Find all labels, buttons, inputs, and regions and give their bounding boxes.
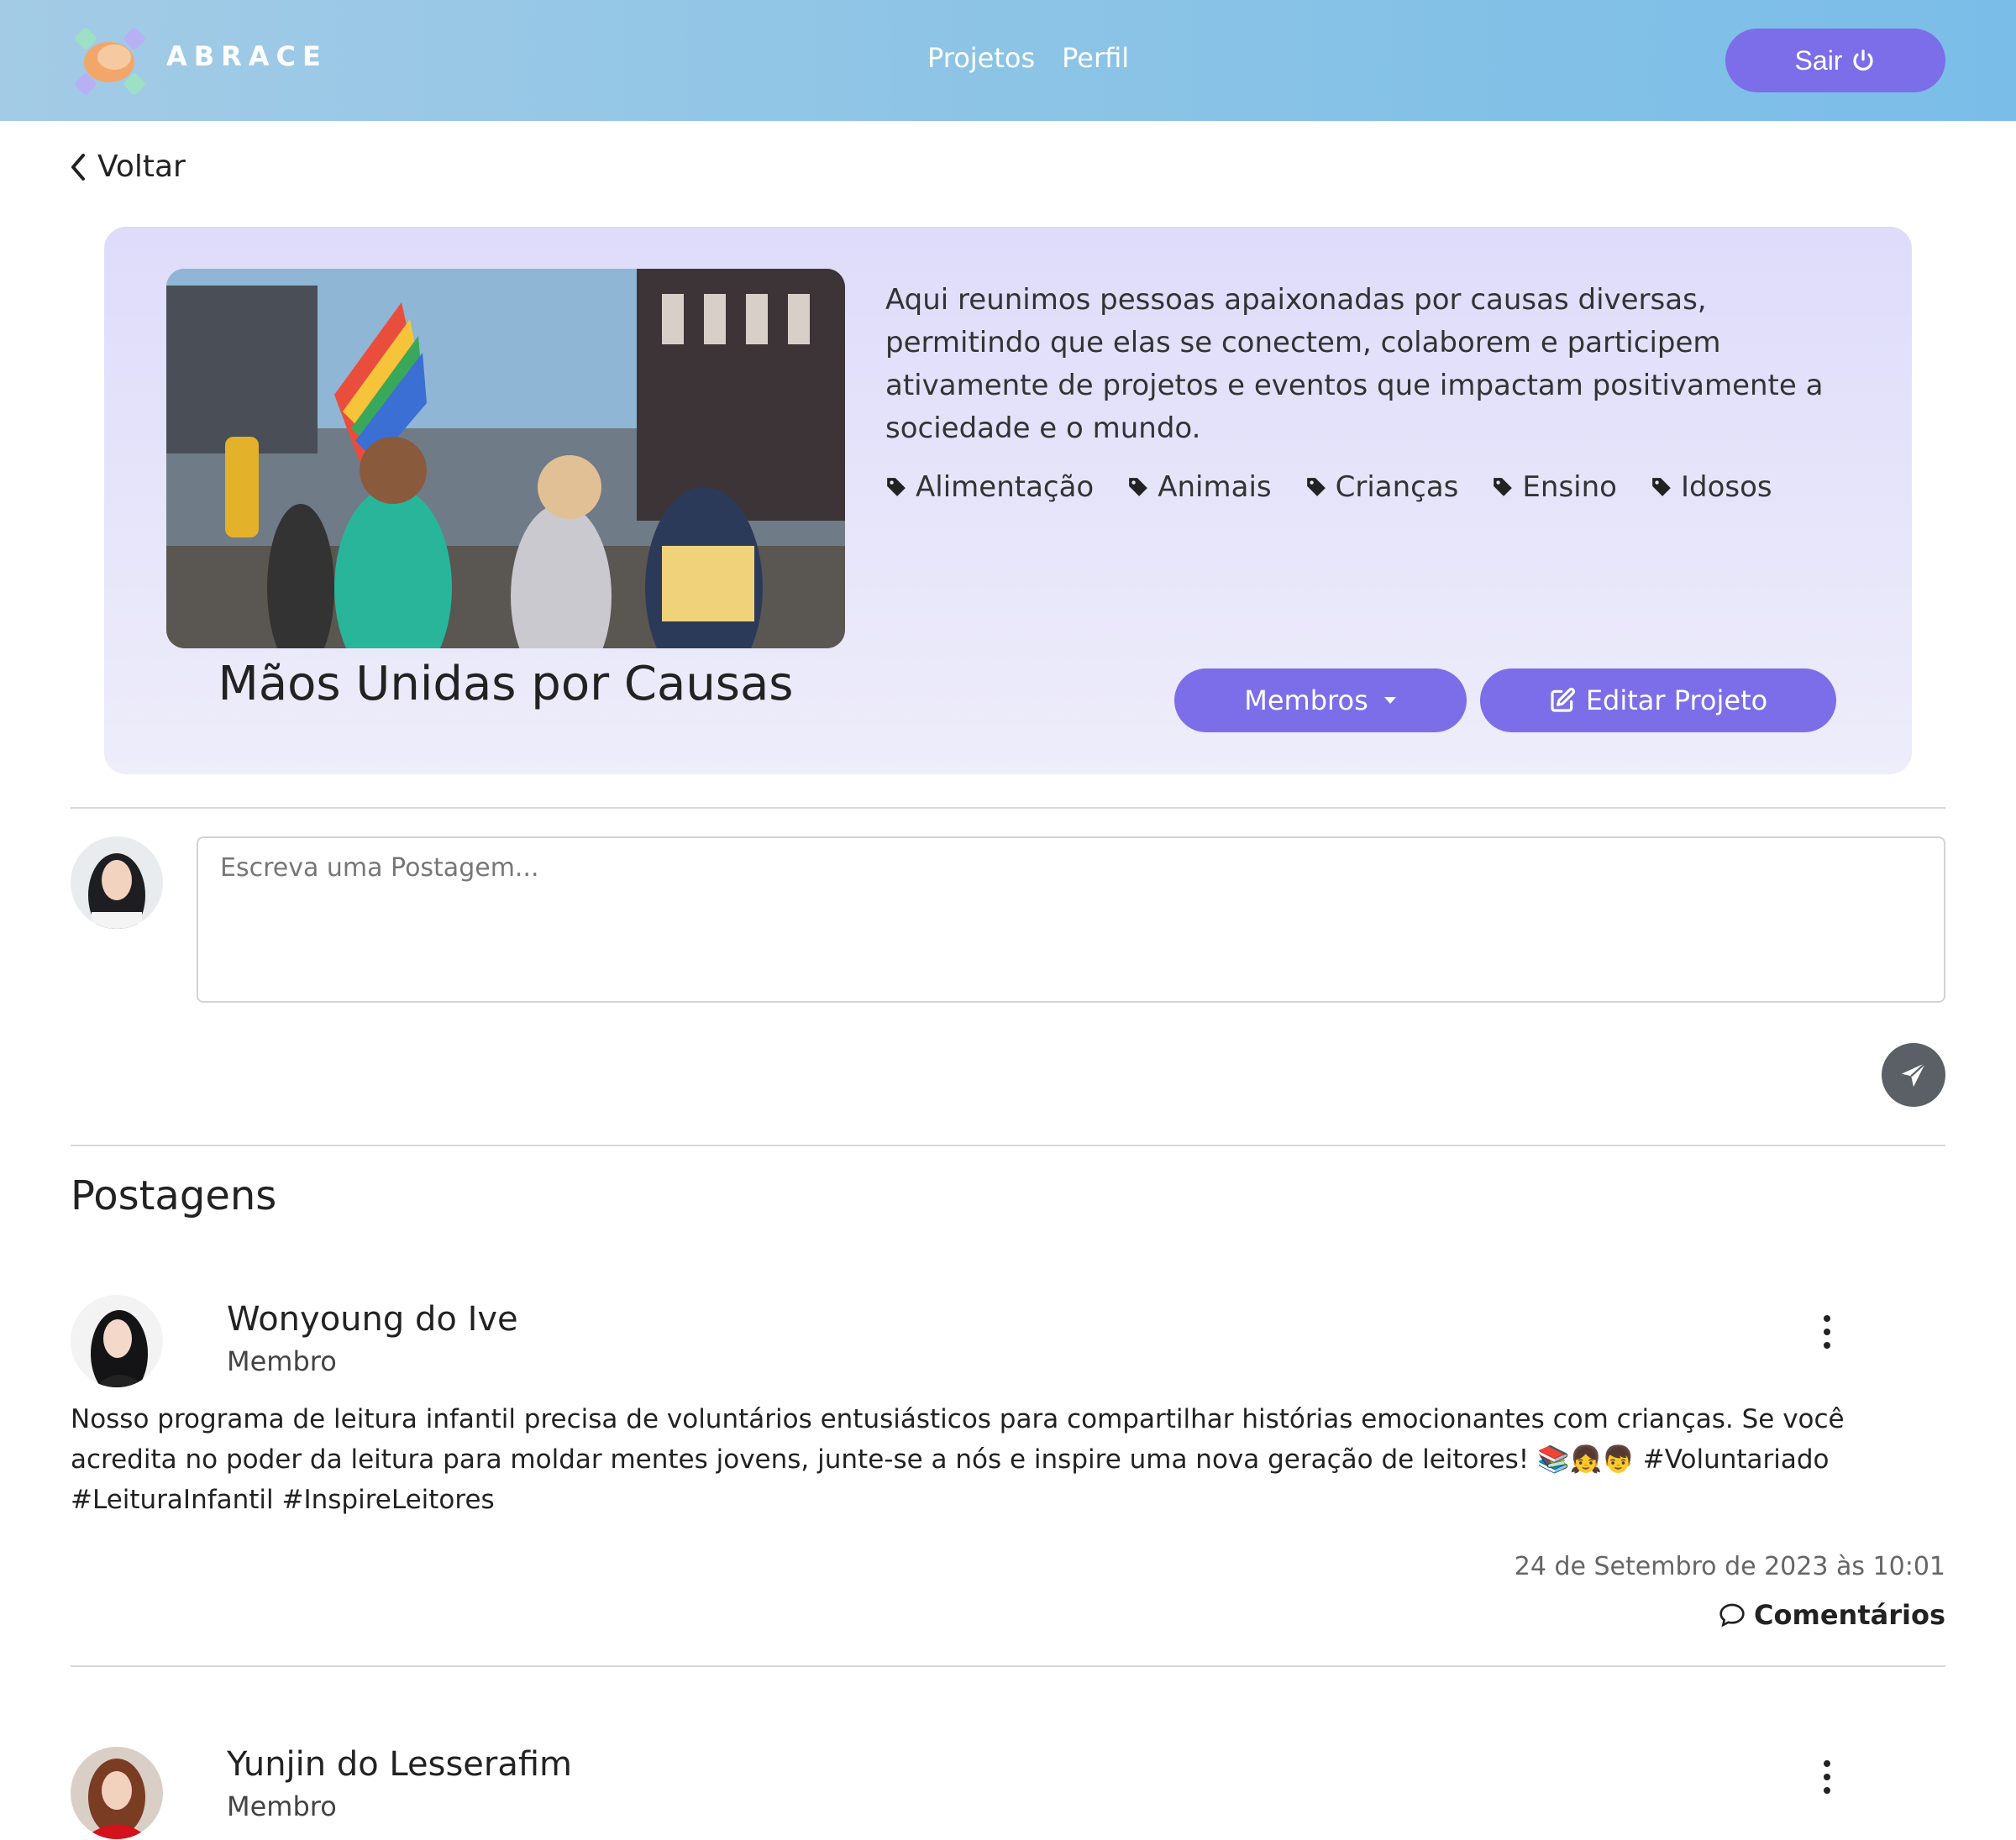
tag-icon — [887, 478, 906, 496]
tag-item: Crianças — [1305, 470, 1459, 504]
post-author-role: Membro — [227, 1345, 337, 1377]
paper-plane-icon — [1901, 1062, 1926, 1088]
project-tags: Alimentação Animais Crianças Ensino Idos… — [885, 470, 1772, 504]
post-body: Nosso programa de leitura infantil preci… — [71, 1404, 1845, 1515]
main-nav: Projetos Perfil — [927, 42, 1129, 74]
divider — [71, 807, 1945, 809]
edit-project-button[interactable]: Editar Projeto — [1480, 668, 1836, 732]
post-input[interactable] — [197, 836, 1945, 1003]
current-user-avatar[interactable] — [71, 836, 163, 929]
members-label: Membros — [1244, 684, 1368, 716]
abrace-logo[interactable] — [71, 24, 150, 99]
edit-project-label: Editar Projeto — [1585, 684, 1768, 716]
tag-item: Ensino — [1492, 470, 1617, 504]
comments-link[interactable]: Comentários — [1719, 1599, 1945, 1631]
logout-label: Sair — [1794, 45, 1843, 76]
tag-label: Animais — [1158, 470, 1272, 504]
tag-icon — [1652, 478, 1671, 496]
power-icon — [1853, 50, 1874, 71]
project-photo — [166, 269, 845, 648]
tag-label: Idosos — [1680, 470, 1772, 504]
members-dropdown-button[interactable]: Membros — [1174, 668, 1467, 732]
send-post-button[interactable] — [1882, 1043, 1945, 1107]
chevron-left-icon — [71, 153, 85, 181]
tag-label: Ensino — [1522, 470, 1617, 504]
tag-label: Alimentação — [916, 470, 1095, 504]
project-description: Aqui reunimos pessoas apaixonadas por ca… — [885, 283, 1824, 445]
edit-icon — [1551, 687, 1575, 712]
nav-projetos[interactable]: Projetos — [927, 42, 1035, 74]
back-label: Voltar — [97, 149, 186, 184]
post-author-name[interactable]: Wonyoung do Ive — [227, 1300, 518, 1339]
post-date: 24 de Setembro de 2023 às 10:01 — [1514, 1552, 1945, 1581]
tag-icon — [1494, 478, 1513, 496]
tag-label: Crianças — [1335, 470, 1459, 504]
back-link[interactable]: Voltar — [69, 149, 186, 184]
project-title: Mãos Unidas por Causas — [218, 657, 794, 711]
caret-down-icon — [1383, 697, 1396, 704]
divider — [71, 1145, 1945, 1146]
post-author-role: Membro — [227, 1790, 337, 1822]
post-author-name[interactable]: Yunjin do Lesserafim — [227, 1745, 572, 1784]
tag-icon — [1129, 478, 1148, 496]
nav-perfil[interactable]: Perfil — [1062, 42, 1129, 74]
comments-label: Comentários — [1754, 1599, 1945, 1631]
post-author-avatar[interactable] — [71, 1295, 163, 1387]
post-options-icon[interactable] — [1814, 1760, 1840, 1794]
tag-icon — [1306, 478, 1326, 496]
tag-item: Alimentação — [885, 470, 1094, 504]
post-options-icon[interactable] — [1814, 1315, 1840, 1349]
logout-button[interactable]: Sair — [1725, 29, 1945, 92]
comment-icon — [1719, 1603, 1745, 1628]
brand-name: ABRACE — [166, 40, 328, 72]
top-navbar: ABRACE Projetos Perfil Sair — [0, 0, 2016, 121]
tag-item: Idosos — [1651, 470, 1772, 504]
tag-item: Animais — [1127, 470, 1272, 504]
posts-section-title: Postagens — [71, 1172, 277, 1219]
divider — [71, 1665, 1945, 1667]
post-author-avatar[interactable] — [71, 1747, 163, 1839]
project-card: Mãos Unidas por Causas Aqui reunimos pes… — [104, 227, 1912, 774]
